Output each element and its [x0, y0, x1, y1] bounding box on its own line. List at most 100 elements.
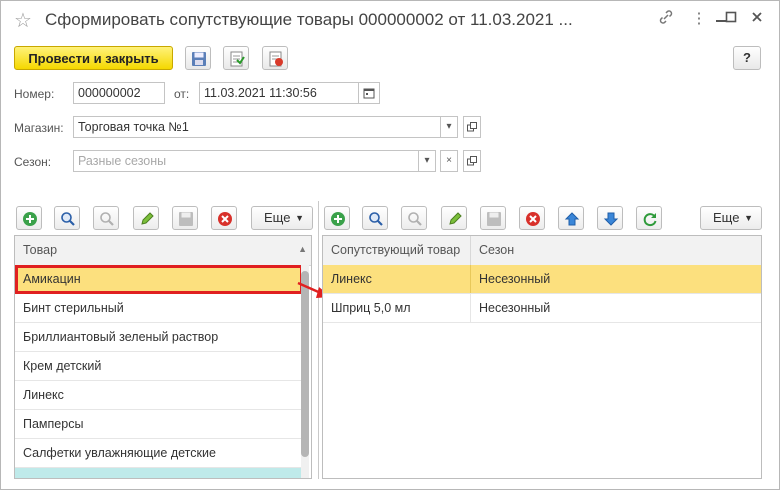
table-row[interactable]: Амикацин	[15, 265, 303, 294]
more-vertical-icon[interactable]: ⋮	[689, 9, 709, 29]
season-label: Сезон:	[14, 155, 52, 169]
new-row-stub	[15, 468, 303, 478]
pencil-icon	[449, 212, 462, 225]
chevron-down-icon: ▼	[295, 213, 304, 223]
maximize-icon[interactable]	[722, 9, 740, 29]
season-field[interactable]: Разные сезоны	[73, 150, 419, 172]
delete-icon	[218, 212, 232, 226]
left-cancel-search-button[interactable]	[93, 206, 119, 230]
save-button[interactable]	[185, 46, 211, 70]
right-add-button[interactable]	[324, 206, 350, 230]
floppy-disabled-icon	[487, 212, 501, 226]
move-down-button[interactable]	[597, 206, 623, 230]
print-document-button[interactable]	[262, 46, 288, 70]
cell-product: Крем детский	[23, 359, 102, 373]
add-icon	[331, 212, 345, 226]
cancel-search-icon	[408, 212, 422, 226]
right-find-button[interactable]	[362, 206, 388, 230]
calendar-button[interactable]	[358, 82, 380, 104]
search-icon	[61, 212, 75, 226]
panel-splitter[interactable]	[318, 201, 319, 479]
close-icon[interactable]	[747, 9, 767, 29]
cell-product: Линекс	[23, 388, 64, 402]
cell-product: Амикацин	[23, 272, 81, 286]
season-open-button[interactable]	[463, 150, 481, 172]
left-edit-button[interactable]	[133, 206, 159, 230]
store-dropdown-button[interactable]: ▾	[440, 116, 458, 138]
number-field[interactable]: 000000002	[73, 82, 165, 104]
scroll-up-icon[interactable]: ▲	[298, 244, 307, 254]
move-up-button[interactable]	[558, 206, 584, 230]
cell-product: Салфетки увлажняющие детские	[23, 446, 216, 460]
right-edit-button[interactable]	[441, 206, 467, 230]
save-icon	[192, 52, 206, 66]
post-button[interactable]	[223, 46, 249, 70]
chevron-down-icon: ▾	[446, 121, 452, 132]
cell-related-product: Шприц 5,0 мл	[323, 294, 471, 322]
store-field[interactable]: Торговая точка №1	[73, 116, 441, 138]
store-open-button[interactable]	[463, 116, 481, 138]
table-header: Сопутствующий товар Сезон	[323, 236, 761, 266]
right-delete-button[interactable]	[519, 206, 545, 230]
table-row[interactable]: Бриллиантовый зеленый раствор	[15, 323, 303, 352]
column-header-related-product[interactable]: Сопутствующий товар	[323, 236, 471, 265]
cell-related-product: Линекс	[323, 265, 471, 293]
clear-icon: ×	[446, 155, 452, 166]
table-row[interactable]: Салфетки увлажняющие детские	[15, 439, 303, 468]
print-icon	[269, 51, 283, 67]
floppy-disabled-icon	[179, 212, 193, 226]
chevron-down-icon: ▾	[424, 155, 430, 166]
table-header: Товар ▲	[15, 236, 311, 266]
link-icon[interactable]	[656, 9, 676, 29]
date-label: от:	[174, 87, 190, 101]
season-clear-button[interactable]: ×	[440, 150, 458, 172]
cancel-search-icon	[100, 212, 114, 226]
star-icon[interactable]: ☆	[14, 8, 32, 33]
calendar-icon	[363, 88, 375, 99]
cell-product: Бриллиантовый зеленый раствор	[23, 330, 219, 344]
post-and-close-button[interactable]: Провести и закрыть	[14, 46, 173, 70]
table-row[interactable]: Бинт стерильный	[15, 294, 303, 323]
help-button[interactable]: ?	[733, 46, 761, 70]
right-cancel-search-button[interactable]	[401, 206, 427, 230]
more-label: Еще	[713, 210, 740, 225]
delete-icon	[526, 212, 540, 226]
document-window: ☆ Сформировать сопутствующие товары 0000…	[0, 0, 780, 490]
cell-season: Несезонный	[479, 272, 551, 286]
open-icon	[467, 156, 477, 166]
add-icon	[23, 212, 37, 226]
chevron-down-icon: ▼	[744, 213, 753, 223]
cell-product: Бинт стерильный	[23, 301, 124, 315]
right-mark-delete-button[interactable]	[480, 206, 506, 230]
table-row[interactable]: Линекс	[15, 381, 303, 410]
table-row[interactable]: Крем детский	[15, 352, 303, 381]
left-add-button[interactable]	[16, 206, 42, 230]
pencil-icon	[141, 212, 154, 225]
arrow-up-icon	[564, 212, 580, 226]
left-mark-delete-button[interactable]	[172, 206, 198, 230]
title-bar: ☆ Сформировать сопутствующие товары 0000…	[1, 1, 779, 39]
post-icon	[230, 51, 245, 67]
season-dropdown-button[interactable]: ▾	[418, 150, 436, 172]
table-row[interactable]: Памперсы	[15, 410, 303, 439]
right-more-button[interactable]: Еще ▼	[700, 206, 762, 230]
left-find-button[interactable]	[54, 206, 80, 230]
arrow-down-icon	[603, 212, 619, 226]
refresh-button[interactable]	[636, 206, 662, 230]
cell-product: Памперсы	[23, 417, 84, 431]
left-delete-button[interactable]	[211, 206, 237, 230]
more-label: Еще	[264, 210, 291, 225]
window-title: Сформировать сопутствующие товары 000000…	[45, 10, 573, 29]
left-more-button[interactable]: Еще ▼	[251, 206, 313, 230]
table-row[interactable]: Линекс Несезонный	[323, 265, 761, 294]
column-header-season[interactable]: Сезон	[471, 236, 761, 265]
open-icon	[467, 122, 477, 132]
related-products-table: Сопутствующий товар Сезон Линекс Несезон…	[322, 235, 762, 479]
column-header-product[interactable]: Товар	[15, 236, 295, 265]
number-label: Номер:	[14, 87, 55, 101]
search-icon	[369, 212, 383, 226]
table-row[interactable]: Шприц 5,0 мл Несезонный	[323, 294, 761, 323]
cell-season: Несезонный	[479, 301, 551, 315]
date-field[interactable]: 11.03.2021 11:30:56	[199, 82, 359, 104]
products-table: Товар ▲ Амикацин Бинт стерильный Бриллиа…	[14, 235, 312, 479]
